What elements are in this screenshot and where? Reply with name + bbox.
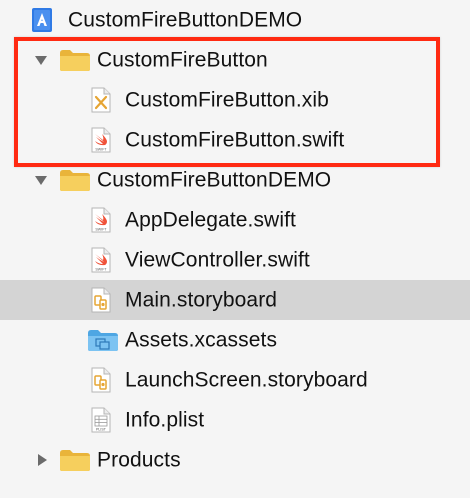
folder-icon bbox=[60, 170, 90, 191]
navigator-row-group[interactable]: CustomFireButton bbox=[0, 40, 470, 80]
navigator-row-file[interactable]: SWIFT CustomFireButton.swift bbox=[0, 120, 470, 160]
navigator-row-group[interactable]: CustomFireButtonDEMO bbox=[0, 160, 470, 200]
plist-file-icon: PLIST bbox=[91, 407, 111, 433]
file-badge-text: SWIFT bbox=[95, 228, 107, 232]
navigator-row-file[interactable]: LaunchScreen.storyboard bbox=[0, 360, 470, 400]
navigator-row-label: CustomFireButton.xib bbox=[125, 88, 329, 112]
navigator-row-project[interactable]: CustomFireButtonDEMO bbox=[0, 0, 470, 40]
file-badge-text: SWIFT bbox=[95, 268, 107, 272]
navigator-row-label: CustomFireButtonDEMO bbox=[68, 8, 303, 32]
project-navigator: CustomFireButtonDEMO CustomFireButton Cu… bbox=[0, 0, 470, 498]
disclosure-triangle-expanded-icon[interactable] bbox=[33, 172, 49, 188]
asset-catalog-icon bbox=[88, 330, 118, 351]
navigator-row-label: AppDelegate.swift bbox=[125, 208, 296, 232]
swift-file-icon: SWIFT bbox=[91, 247, 111, 273]
navigator-row-file[interactable]: PLIST Info.plist bbox=[0, 400, 470, 440]
navigator-row-label: Main.storyboard bbox=[125, 288, 278, 312]
navigator-row-label: Assets.xcassets bbox=[125, 328, 278, 352]
project-icon bbox=[32, 8, 52, 32]
file-badge-text: SWIFT bbox=[95, 148, 107, 152]
navigator-row-label: CustomFireButtonDEMO bbox=[97, 168, 332, 192]
navigator-row-label: CustomFireButton.swift bbox=[125, 128, 345, 152]
navigator-row-file[interactable]: SWIFT ViewController.swift bbox=[0, 240, 470, 280]
navigator-row-label: CustomFireButton bbox=[97, 48, 268, 72]
navigator-row-group[interactable]: Products bbox=[0, 440, 470, 480]
navigator-row-file-selected[interactable]: Main.storyboard bbox=[0, 280, 470, 320]
navigator-row-file[interactable]: CustomFireButton.xib bbox=[0, 80, 470, 120]
swift-file-icon: SWIFT bbox=[91, 207, 111, 233]
navigator-row-file[interactable]: SWIFT AppDelegate.swift bbox=[0, 200, 470, 240]
folder-icon bbox=[60, 50, 90, 71]
file-badge-text: PLIST bbox=[96, 428, 107, 432]
navigator-row-label: ViewController.swift bbox=[125, 248, 310, 272]
swift-file-icon: SWIFT bbox=[91, 127, 111, 153]
storyboard-file-icon bbox=[91, 287, 111, 313]
navigator-row-label: LaunchScreen.storyboard bbox=[125, 368, 368, 392]
navigator-row-label: Products bbox=[97, 448, 181, 472]
navigator-row-folder[interactable]: Assets.xcassets bbox=[0, 320, 470, 360]
storyboard-file-icon bbox=[91, 367, 111, 393]
disclosure-triangle-collapsed-icon[interactable] bbox=[34, 452, 50, 468]
folder-icon bbox=[60, 450, 90, 471]
navigator-row-label: Info.plist bbox=[125, 408, 205, 432]
disclosure-triangle-expanded-icon[interactable] bbox=[33, 52, 49, 68]
xib-file-icon bbox=[91, 87, 111, 113]
